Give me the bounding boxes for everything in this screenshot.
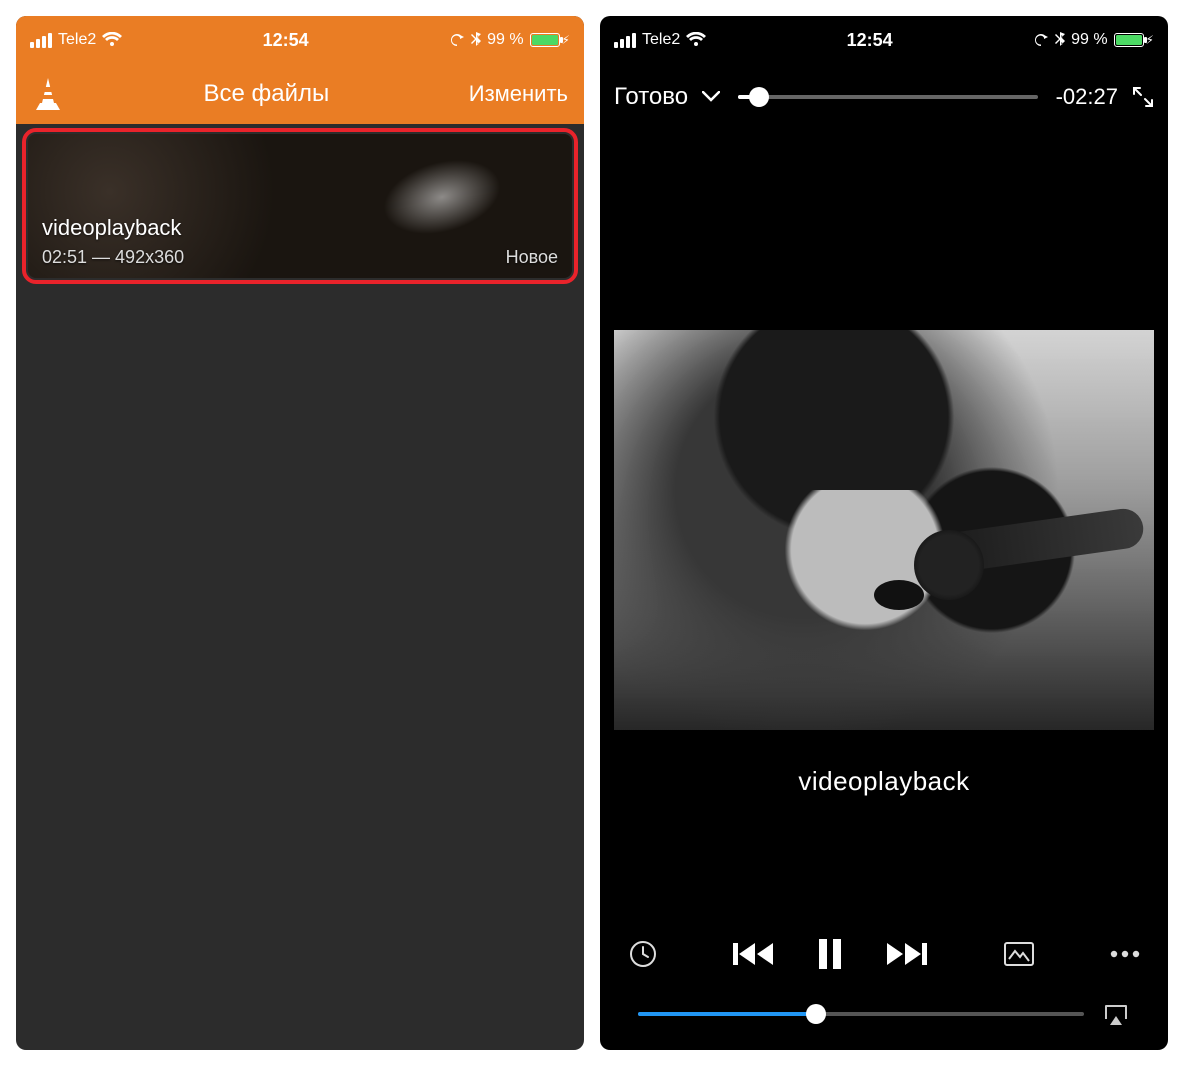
video-item-meta: 02:51 — 492x360 xyxy=(42,247,184,268)
vlc-cone-icon[interactable] xyxy=(32,76,64,112)
clock-label: 12:54 xyxy=(263,30,309,51)
video-item-badge: Новое xyxy=(506,247,558,268)
bluetooth-icon xyxy=(1055,32,1065,48)
sync-icon xyxy=(449,32,465,48)
battery-icon: ⚡︎ xyxy=(530,33,570,47)
video-frame xyxy=(614,330,1154,730)
history-icon[interactable] xyxy=(628,939,658,969)
sync-icon xyxy=(1033,32,1049,48)
airplay-icon[interactable] xyxy=(1102,1002,1130,1026)
bluetooth-icon xyxy=(471,32,481,48)
nav-bar: Все файлы Изменить xyxy=(16,64,584,124)
battery-pct-label: 99 % xyxy=(1071,31,1107,49)
video-viewport[interactable]: videoplayback xyxy=(600,130,1168,797)
playback-controls xyxy=(600,938,1168,970)
volume-row xyxy=(600,1002,1168,1026)
pause-button[interactable] xyxy=(817,938,843,970)
time-remaining-label: -02:27 xyxy=(1056,84,1118,110)
video-title: videoplayback xyxy=(600,766,1168,797)
chevron-down-icon[interactable] xyxy=(702,91,720,103)
wifi-icon xyxy=(686,32,706,48)
aspect-ratio-icon[interactable] xyxy=(1003,941,1035,967)
page-title: Все файлы xyxy=(64,80,469,108)
player-screen: Tele2 12:54 99 % ⚡︎ Готово xyxy=(600,16,1168,1050)
battery-icon: ⚡︎ xyxy=(1114,33,1154,47)
previous-button[interactable] xyxy=(733,939,775,969)
fullscreen-icon[interactable] xyxy=(1132,86,1154,108)
clock-label: 12:54 xyxy=(847,30,893,51)
seek-slider[interactable] xyxy=(738,95,1038,99)
highlight-outline: videoplayback 02:51 — 492x360 Новое xyxy=(22,128,578,284)
status-bar: Tele2 12:54 99 % ⚡︎ xyxy=(16,16,584,64)
next-button[interactable] xyxy=(885,939,927,969)
status-bar: Tele2 12:54 99 % ⚡︎ xyxy=(600,16,1168,64)
done-button[interactable]: Готово xyxy=(614,83,688,111)
more-icon[interactable] xyxy=(1110,950,1140,958)
carrier-label: Tele2 xyxy=(642,31,680,49)
wifi-icon xyxy=(102,32,122,48)
carrier-label: Tele2 xyxy=(58,31,96,49)
signal-icon xyxy=(30,33,52,48)
video-list-item[interactable]: videoplayback 02:51 — 492x360 Новое xyxy=(28,134,572,278)
battery-pct-label: 99 % xyxy=(487,31,523,49)
file-list-screen: Tele2 12:54 99 % ⚡︎ xyxy=(16,16,584,1050)
edit-button[interactable]: Изменить xyxy=(469,81,568,107)
player-top-bar: Готово -02:27 xyxy=(600,64,1168,130)
signal-icon xyxy=(614,33,636,48)
volume-slider[interactable] xyxy=(638,1012,1084,1016)
